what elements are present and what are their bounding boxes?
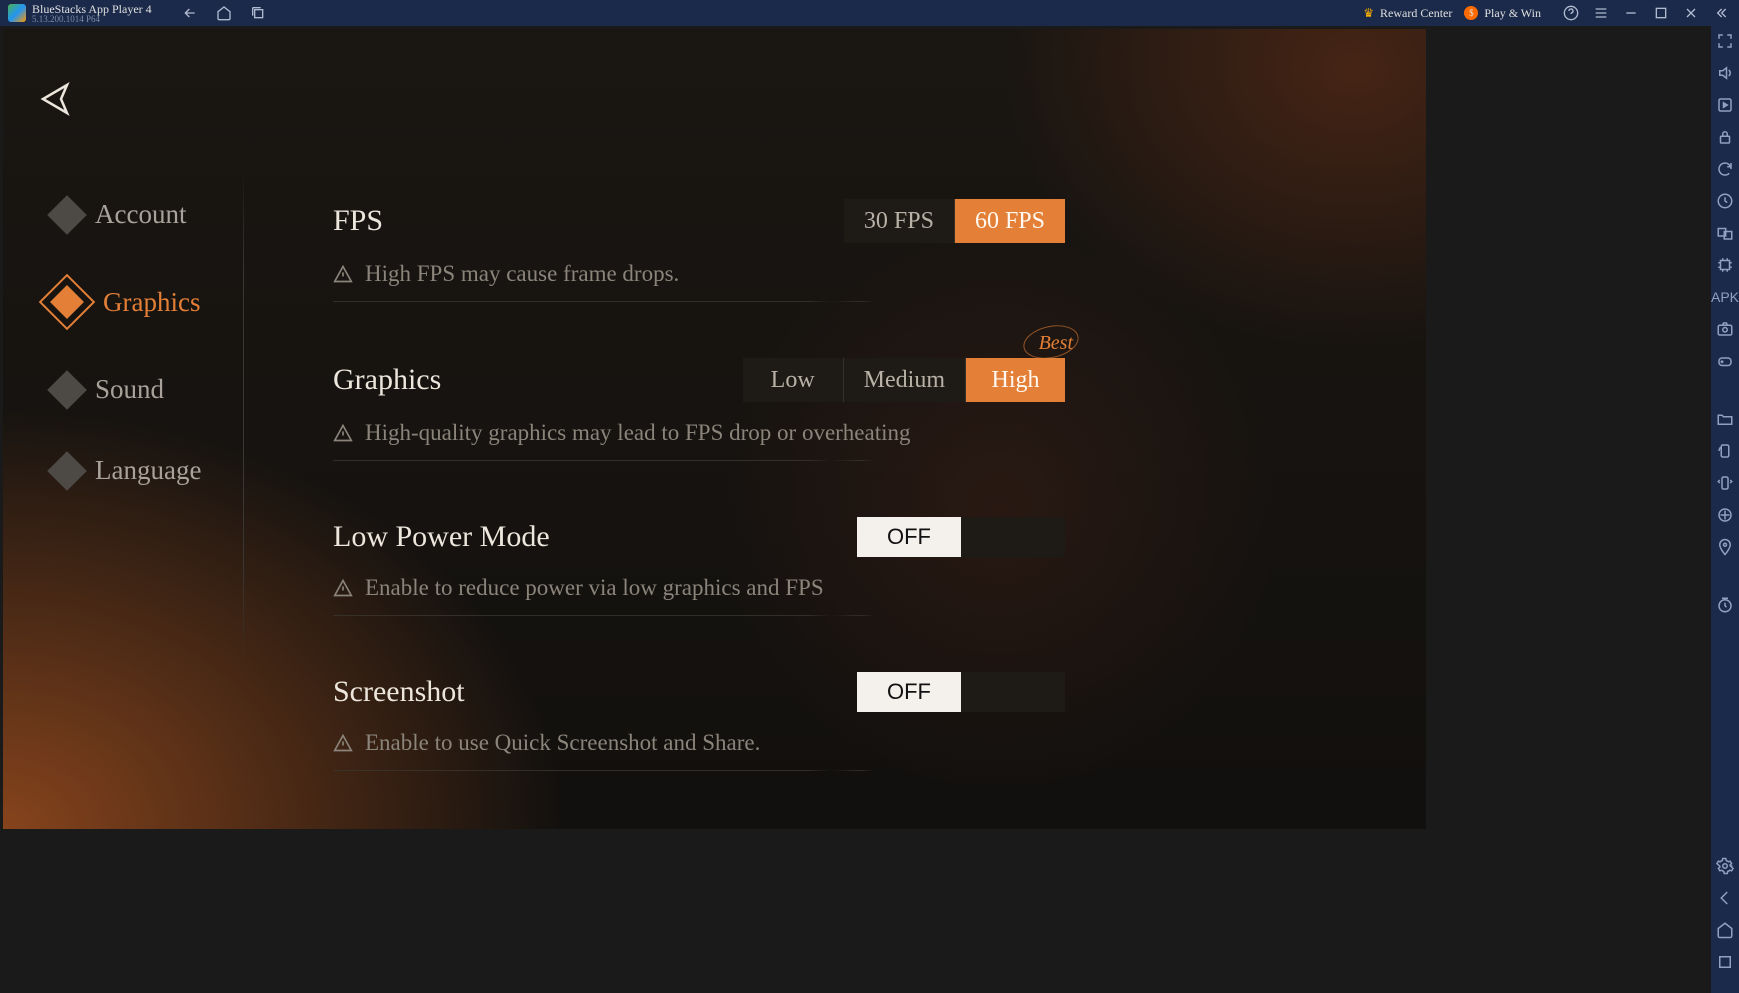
settings-sidebar: Account Graphics Sound Language xyxy=(53,199,263,536)
setting-fps: FPS 30 FPS 60 FPS High FPS may cause fra… xyxy=(333,199,1065,302)
toggle-empty xyxy=(961,517,1065,557)
back-button[interactable] xyxy=(35,77,75,117)
install-apk-icon[interactable]: APK xyxy=(1716,288,1734,306)
sidebar-item-label: Graphics xyxy=(103,287,200,318)
toggle-empty xyxy=(961,672,1065,712)
multi-instance-icon[interactable] xyxy=(1716,224,1734,242)
help-icon[interactable] xyxy=(1563,5,1579,21)
settings-content: FPS 30 FPS 60 FPS High FPS may cause fra… xyxy=(333,199,1065,827)
graphics-option-low[interactable]: Low xyxy=(743,358,843,402)
fps-option-30[interactable]: 30 FPS xyxy=(844,199,954,243)
sidebar-divider xyxy=(243,169,244,669)
sidebar-item-label: Account xyxy=(95,199,186,230)
separator xyxy=(333,460,1065,461)
gamepad-icon[interactable] xyxy=(1716,352,1734,370)
bluestacks-side-toolbar: APK xyxy=(1711,26,1739,993)
app-version: 5.13.200.1014 P64 xyxy=(32,15,152,24)
home-icon[interactable] xyxy=(216,5,232,21)
sidebar-item-label: Sound xyxy=(95,374,164,405)
game-viewport: Account Graphics Sound Language xyxy=(3,29,1426,829)
bluestacks-logo xyxy=(8,4,26,22)
warning-icon xyxy=(333,578,353,598)
memory-icon[interactable] xyxy=(1716,256,1734,274)
toggle-state: OFF xyxy=(857,517,961,557)
setting-hint: High FPS may cause frame drops. xyxy=(333,261,1065,287)
best-badge: Best xyxy=(1039,332,1073,355)
nav-back-icon[interactable] xyxy=(182,5,198,21)
crown-icon: ♛ xyxy=(1363,6,1374,21)
sidebar-item-graphics[interactable]: Graphics xyxy=(53,280,263,324)
reward-center-button[interactable]: ♛ Reward Center xyxy=(1363,6,1452,21)
setting-title: Screenshot xyxy=(333,675,465,709)
reward-label: Reward Center xyxy=(1380,6,1452,21)
sync-icon[interactable] xyxy=(1716,160,1734,178)
setting-title: Low Power Mode xyxy=(333,520,550,554)
screenshot-icon[interactable] xyxy=(1716,320,1734,338)
toolbar-recents-icon[interactable] xyxy=(1716,953,1734,971)
titlebar: BlueStacks App Player 4 5.13.200.1014 P6… xyxy=(0,0,1739,26)
hamburger-icon[interactable] xyxy=(1593,5,1609,21)
graphics-option-high[interactable]: High Best xyxy=(965,358,1065,402)
app-title: BlueStacks App Player 4 5.13.200.1014 P6… xyxy=(32,3,152,24)
sidebar-item-account[interactable]: Account xyxy=(53,199,263,230)
volume-icon[interactable] xyxy=(1716,64,1734,82)
setting-screenshot: Screenshot OFF Enable to use Quick Scree… xyxy=(333,672,1065,771)
separator xyxy=(333,770,1065,771)
app-name: BlueStacks App Player 4 xyxy=(32,3,152,15)
warning-icon xyxy=(333,733,353,753)
recent-apps-icon[interactable] xyxy=(250,5,266,21)
controls-editor-icon[interactable] xyxy=(1716,506,1734,524)
warning-icon xyxy=(333,264,353,284)
fps-option-60[interactable]: 60 FPS xyxy=(954,199,1065,243)
setting-hint: High-quality graphics may lead to FPS dr… xyxy=(333,420,1065,446)
diamond-icon xyxy=(47,370,87,410)
sidebar-item-sound[interactable]: Sound xyxy=(53,374,263,405)
fps-segmented: 30 FPS 60 FPS xyxy=(844,199,1065,243)
graphics-segmented: Low Medium High Best xyxy=(743,358,1065,402)
close-icon[interactable] xyxy=(1683,5,1699,21)
playwin-label: Play & Win xyxy=(1484,6,1541,21)
maximize-icon[interactable] xyxy=(1653,5,1669,21)
setting-low-power: Low Power Mode OFF Enable to reduce powe… xyxy=(333,517,1065,616)
toolbar-back-icon[interactable] xyxy=(1716,889,1734,907)
rotate-icon[interactable] xyxy=(1716,442,1734,460)
toolbar-home-icon[interactable] xyxy=(1716,921,1734,939)
play-and-win-button[interactable]: $ Play & Win xyxy=(1464,6,1541,21)
setting-title: Graphics xyxy=(333,363,441,397)
record-icon[interactable] xyxy=(1716,96,1734,114)
toggle-state: OFF xyxy=(857,672,961,712)
clock-icon[interactable] xyxy=(1716,596,1734,614)
separator xyxy=(333,615,1065,616)
collapse-sidebar-icon[interactable] xyxy=(1713,5,1729,21)
diamond-icon xyxy=(47,451,87,491)
shake-icon[interactable] xyxy=(1716,474,1734,492)
setting-hint: Enable to reduce power via low graphics … xyxy=(333,575,1065,601)
screenshot-toggle[interactable]: OFF xyxy=(857,672,1065,712)
settings-gear-icon[interactable] xyxy=(1716,857,1734,875)
coin-icon: $ xyxy=(1464,6,1478,20)
graphics-option-medium[interactable]: Medium xyxy=(843,358,965,402)
lock-cursor-icon[interactable] xyxy=(1716,128,1734,146)
warning-icon xyxy=(333,423,353,443)
setting-graphics: Graphics Low Medium High Best High-quali… xyxy=(333,358,1065,461)
setting-hint: Enable to use Quick Screenshot and Share… xyxy=(333,730,1065,756)
sidebar-item-label: Language xyxy=(95,455,201,486)
diamond-icon xyxy=(47,195,87,235)
location-icon[interactable] xyxy=(1716,538,1734,556)
fullscreen-icon[interactable] xyxy=(1716,32,1734,50)
media-folder-icon[interactable] xyxy=(1716,410,1734,428)
minimize-icon[interactable] xyxy=(1623,5,1639,21)
sidebar-item-language[interactable]: Language xyxy=(53,455,263,486)
macro-icon[interactable] xyxy=(1716,192,1734,210)
setting-title: FPS xyxy=(333,204,383,238)
separator xyxy=(333,301,1065,302)
low-power-toggle[interactable]: OFF xyxy=(857,517,1065,557)
